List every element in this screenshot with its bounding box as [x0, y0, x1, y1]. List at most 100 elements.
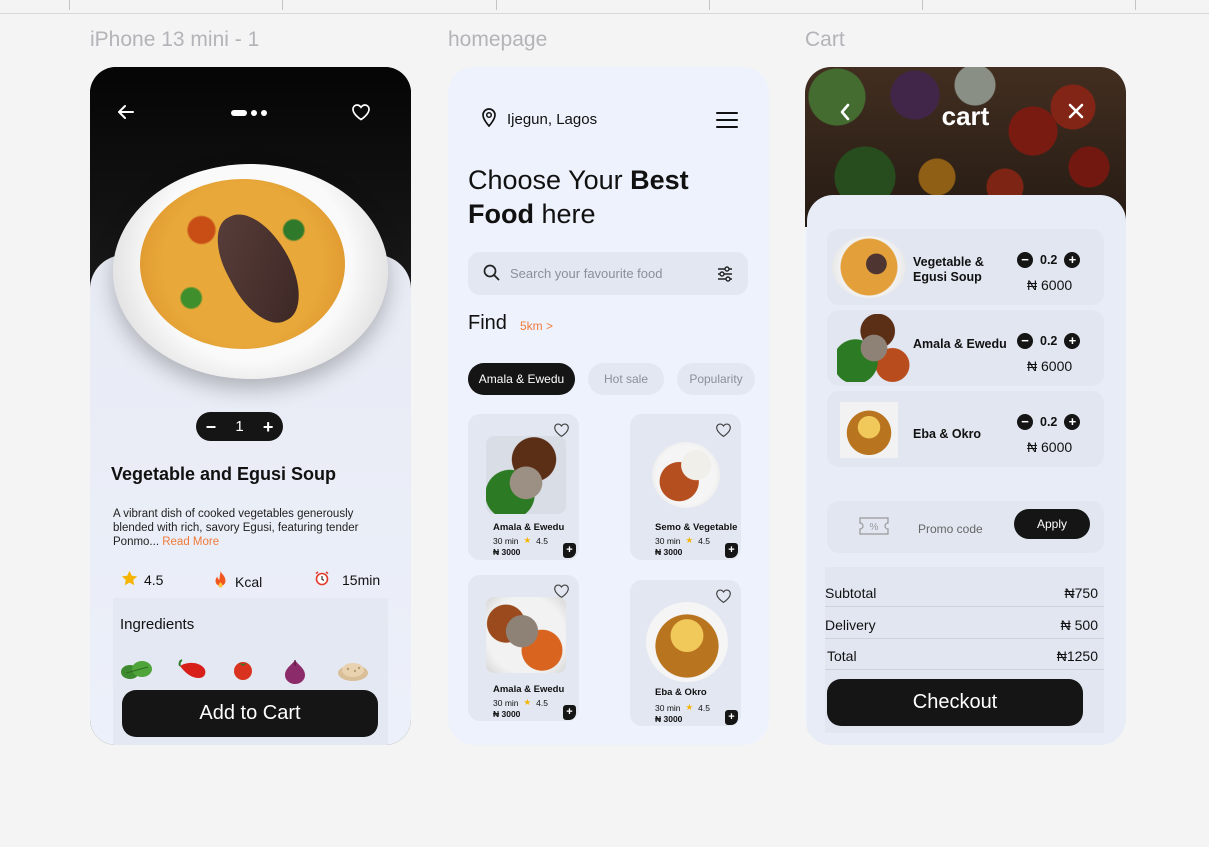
- quantity-stepper[interactable]: − 0.2 +: [1017, 333, 1081, 349]
- chip-popularity[interactable]: Popularity: [677, 363, 755, 395]
- headline-part: here: [533, 199, 596, 229]
- card-time: 30 min: [655, 702, 681, 713]
- page-dot: [251, 110, 257, 116]
- back-arrow-icon[interactable]: [117, 103, 135, 125]
- description-text: A vibrant dish of cooked vegetables gene…: [113, 508, 359, 548]
- tomato-icon: [231, 658, 255, 687]
- fire-icon: [212, 570, 229, 593]
- quantity-value: 0.2: [1040, 334, 1058, 348]
- amala-ewedu-image: [486, 436, 566, 514]
- frame-label-cart[interactable]: Cart: [805, 28, 845, 52]
- decrease-button[interactable]: −: [1017, 252, 1033, 268]
- headline-bold: Best: [630, 165, 689, 195]
- checkout-button[interactable]: Checkout: [827, 679, 1083, 726]
- dish-title: Vegetable and Egusi Soup: [111, 464, 337, 484]
- card-price: ₦ 3000: [655, 547, 683, 557]
- card-price: ₦ 3000: [655, 714, 683, 724]
- decrease-button[interactable]: −: [1017, 333, 1033, 349]
- food-card[interactable]: Amala & Ewedu 30 min ★ 4.5 ₦ 3000 +: [468, 414, 579, 560]
- chip-hot-sale[interactable]: Hot sale: [588, 363, 664, 395]
- add-card-button[interactable]: +: [725, 543, 738, 558]
- menu-line: [716, 119, 738, 121]
- search-bar[interactable]: Search your favourite food: [468, 252, 748, 295]
- add-card-button[interactable]: +: [563, 543, 576, 558]
- quantity-stepper[interactable]: − 0.2 +: [1017, 414, 1081, 430]
- card-title: Amala & Ewedu: [493, 684, 565, 695]
- search-input[interactable]: Search your favourite food: [510, 266, 662, 281]
- food-card[interactable]: Amala & Ewedu 30 min ★ 4.5 ₦ 3000 +: [468, 575, 579, 721]
- page-dot: [261, 110, 267, 116]
- hamburger-menu-icon[interactable]: [716, 112, 738, 133]
- card-title: Semo & Vegetable: [655, 522, 738, 533]
- search-icon: [483, 264, 500, 286]
- subtotal-label: Subtotal: [825, 585, 877, 601]
- heart-icon[interactable]: [351, 103, 371, 125]
- decrease-button[interactable]: −: [206, 418, 217, 436]
- cart-item: Amala & Ewedu − 0.2 + ₦ 6000: [827, 310, 1104, 386]
- headline-bold: Food: [468, 199, 534, 229]
- cart-item-price: ₦ 6000: [1027, 277, 1073, 293]
- increase-button[interactable]: +: [1064, 414, 1081, 430]
- star-icon: ★: [685, 702, 694, 712]
- read-more-link[interactable]: Read More: [162, 536, 219, 548]
- star-icon: ★: [523, 535, 532, 545]
- ruler-tick: [922, 0, 923, 10]
- ingredients-list: [120, 658, 380, 684]
- quantity-stepper[interactable]: − 0.2 +: [1017, 252, 1081, 268]
- quantity-value: 0.2: [1040, 415, 1058, 429]
- time-stat: 15min: [314, 570, 380, 589]
- find-heading: Find: [468, 312, 507, 334]
- egusi-seeds-icon: [336, 658, 370, 687]
- ruler-tick: [1135, 0, 1136, 10]
- add-card-button[interactable]: +: [725, 710, 738, 725]
- delivery-value: ₦ 500: [1060, 617, 1098, 633]
- filter-sliders-icon[interactable]: [716, 265, 734, 288]
- favorite-heart-icon[interactable]: [715, 588, 732, 609]
- close-icon[interactable]: [1068, 103, 1084, 123]
- card-rating: 4.5: [536, 697, 548, 708]
- cart-item: Vegetable & Egusi Soup − 0.2 + ₦ 6000: [827, 229, 1104, 305]
- chip-amala-ewedu[interactable]: Amala & Ewedu: [468, 363, 575, 395]
- frame-label-detail[interactable]: iPhone 13 mini - 1: [90, 28, 259, 52]
- card-price: ₦ 3000: [493, 709, 521, 719]
- card-meta: 30 min ★ 4.5: [655, 702, 710, 713]
- time-value: 15min: [342, 571, 381, 588]
- increase-button[interactable]: +: [1064, 333, 1081, 349]
- star-icon: [121, 570, 138, 590]
- ruler-tick: [282, 0, 283, 10]
- headline-part: Choose Your: [468, 165, 631, 195]
- quantity-value: 0.2: [1040, 253, 1058, 267]
- menu-line: [716, 126, 738, 128]
- cart-item-name: Amala & Ewedu: [913, 337, 1007, 351]
- distance-filter-link[interactable]: 5km >: [520, 319, 553, 333]
- coupon-ticket-icon: %: [857, 516, 891, 541]
- card-title: Eba & Okro: [655, 687, 707, 698]
- onion-icon: [283, 658, 307, 689]
- increase-button[interactable]: +: [1064, 252, 1081, 268]
- page-dot-active: [231, 110, 247, 116]
- location-selector[interactable]: Ijegun, Lagos: [481, 107, 597, 131]
- promo-code-input[interactable]: Promo code: [918, 522, 983, 536]
- food-card[interactable]: Semo & Vegetable 30 min ★ 4.5 ₦ 3000 +: [630, 414, 741, 560]
- card-meta: 30 min ★ 4.5: [493, 535, 548, 546]
- kcal-label: Kcal: [235, 573, 263, 590]
- decrease-button[interactable]: −: [1017, 414, 1033, 430]
- cart-item-price: ₦ 6000: [1027, 439, 1073, 455]
- total-row: Total ₦1250: [825, 640, 1104, 670]
- promo-code-section: % Promo code Apply: [827, 501, 1104, 553]
- dish-stats: 4.5 Kcal 15min: [121, 570, 381, 592]
- increase-button[interactable]: +: [263, 418, 274, 436]
- add-card-button[interactable]: +: [563, 705, 576, 720]
- card-rating: 4.5: [698, 535, 710, 546]
- ruler-tick: [69, 0, 70, 10]
- cart-item-name: Eba & Okro: [913, 427, 982, 441]
- food-card[interactable]: Eba & Okro 30 min ★ 4.5 ₦ 3000 +: [630, 580, 741, 726]
- quantity-stepper[interactable]: − 1 +: [196, 412, 283, 441]
- frame-label-home[interactable]: homepage: [448, 28, 547, 52]
- cart-item-name: Vegetable & Egusi Soup: [913, 255, 984, 284]
- add-to-cart-button[interactable]: Add to Cart: [122, 690, 378, 737]
- apply-promo-button[interactable]: Apply: [1014, 509, 1090, 539]
- location-pin-icon: [481, 107, 497, 131]
- subtotal-row: Subtotal ₦750: [825, 577, 1104, 607]
- favorite-heart-icon[interactable]: [715, 422, 732, 443]
